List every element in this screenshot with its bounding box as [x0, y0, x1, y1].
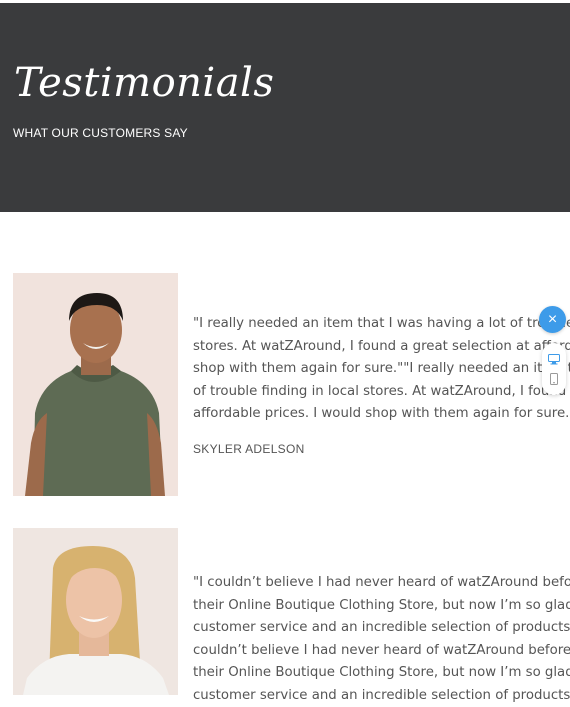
mobile-icon[interactable] — [547, 371, 561, 387]
quote-line: couldn’t believe I had never heard of wa… — [193, 640, 570, 663]
quote-line: "I really needed an item that I was havi… — [193, 313, 570, 336]
quote-line: stores. At watZAround, I found a great s… — [193, 336, 570, 359]
page-title: Testimonials — [14, 60, 274, 106]
quote-line: affordable prices. I would shop with the… — [193, 403, 570, 426]
testimonial-quote-2: "I couldn’t believe I had never heard of… — [193, 572, 570, 707]
device-switcher — [542, 343, 566, 395]
quote-line: "I couldn’t believe I had never heard of… — [193, 572, 570, 595]
testimonial-quote-1: "I really needed an item that I was havi… — [193, 313, 570, 426]
close-icon: × — [548, 311, 557, 329]
quote-line: customer service and an incredible selec… — [193, 685, 570, 707]
close-button[interactable]: × — [539, 306, 566, 333]
quote-line: their Online Boutique Clothing Store, bu… — [193, 595, 570, 618]
customer-photo-woman — [13, 528, 178, 695]
quote-line: of trouble finding in local stores. At w… — [193, 381, 570, 404]
testimonial-author-1: SKYLER ADELSON — [193, 442, 305, 456]
quote-line: their Online Boutique Clothing Store, bu… — [193, 662, 570, 685]
desktop-icon[interactable] — [547, 351, 561, 367]
page-subtitle: WHAT OUR CUSTOMERS SAY — [13, 126, 188, 140]
quote-line: customer service and an incredible selec… — [193, 617, 570, 640]
quote-line: shop with them again for sure.""I really… — [193, 358, 570, 381]
testimonials-header — [0, 3, 570, 212]
customer-photo-man — [13, 273, 178, 496]
